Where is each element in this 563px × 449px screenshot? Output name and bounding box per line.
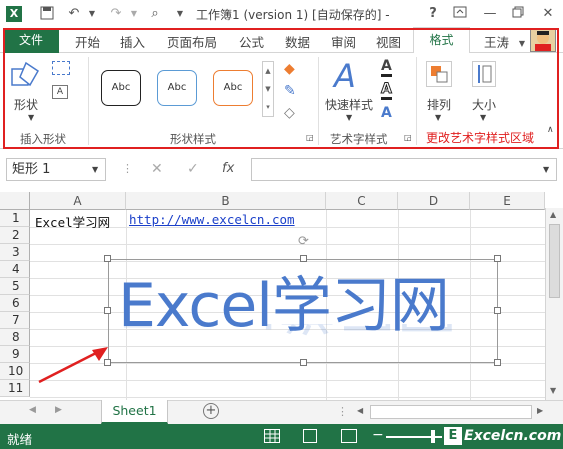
annotation-label: 更改艺术字样式区域 (426, 131, 535, 145)
title-bar: X ↶ ▼ ↷ ▼ ⌕ ▼ 工作簿1 (version 1) [自动保存的] -… (0, 0, 563, 28)
formula-input[interactable] (251, 158, 557, 181)
name-box-dropdown-icon[interactable]: ▼ (92, 165, 98, 174)
cancel-icon[interactable]: ✕ (151, 161, 163, 177)
restore-icon[interactable] (510, 6, 526, 22)
save-icon[interactable] (39, 6, 55, 22)
resize-handle[interactable] (104, 307, 111, 314)
resize-handle[interactable] (300, 255, 307, 262)
add-sheet-icon[interactable]: + (203, 403, 219, 419)
customize-qat-icon[interactable]: ▼ (172, 6, 188, 22)
redo-icon[interactable]: ↷ (108, 6, 124, 22)
resize-handle[interactable] (494, 255, 501, 262)
expand-formula-icon[interactable]: ▼ (543, 165, 549, 174)
enter-icon[interactable]: ✓ (187, 161, 199, 177)
name-box[interactable]: 矩形 1 (6, 158, 106, 181)
cell-b1-link[interactable]: http://www.excelcn.com (129, 212, 295, 227)
column-header-e[interactable]: E (470, 192, 545, 210)
status-ready: 就绪 (7, 432, 33, 447)
row-header-4[interactable]: 4 (0, 261, 30, 278)
formula-bar: 矩形 1 ▼ ⋮ ✕ ✓ fx ▼ (0, 155, 563, 185)
undo-icon[interactable]: ↶ (66, 6, 82, 22)
sheet-tab-bar: ◀ ▶ Sheet1 + ⋮ ◀ ▶ (0, 400, 563, 424)
scroll-left-icon[interactable]: ◀ (357, 406, 363, 415)
resize-handle[interactable] (104, 255, 111, 262)
zoom-slider-thumb[interactable] (431, 430, 435, 443)
column-header-a[interactable]: A (30, 192, 126, 210)
insert-function-icon[interactable]: fx (222, 161, 234, 176)
scroll-up-icon[interactable]: ▲ (550, 210, 556, 219)
window-title: 工作簿1 (version 1) [自动保存的] - (196, 8, 390, 22)
help-button[interactable]: ? (425, 6, 441, 22)
watermark: Excelcn.com (464, 428, 562, 444)
status-bar: 就绪 − E Excelcn.com (0, 424, 563, 449)
scroll-thumb[interactable] (549, 224, 560, 298)
scroll-down-icon[interactable]: ▼ (550, 386, 556, 395)
row-header-1[interactable]: 1 (0, 210, 30, 227)
horizontal-scrollbar[interactable] (370, 405, 532, 419)
page-layout-view-icon[interactable] (303, 429, 317, 443)
row-header-9[interactable]: 9 (0, 346, 30, 363)
column-header-c[interactable]: C (326, 192, 398, 210)
row-header-7[interactable]: 7 (0, 312, 30, 329)
undo-dropdown-icon[interactable]: ▼ (84, 6, 100, 22)
row-header-2[interactable]: 2 (0, 227, 30, 244)
column-header-b[interactable]: B (126, 192, 326, 210)
row-header-8[interactable]: 8 (0, 329, 30, 346)
grid-line (30, 244, 545, 245)
sheet-bar-grip-icon[interactable]: ⋮ (337, 405, 348, 418)
page-break-view-icon[interactable] (341, 429, 357, 443)
annotation-arrow (36, 344, 112, 389)
ribbon-display-options-icon[interactable] (452, 6, 468, 22)
redo-dropdown-icon[interactable]: ▼ (126, 6, 142, 22)
next-sheet-icon[interactable]: ▶ (55, 405, 62, 415)
excel-logo-icon: X (6, 6, 22, 22)
row-header-5[interactable]: 5 (0, 278, 30, 295)
select-all-corner[interactable] (0, 192, 30, 210)
row-header-3[interactable]: 3 (0, 244, 30, 261)
row-header-11[interactable]: 11 (0, 380, 30, 397)
rotate-handle-icon[interactable]: ⟳ (298, 234, 309, 249)
scroll-right-icon[interactable]: ▶ (537, 406, 543, 415)
watermark-logo-icon: E (444, 427, 462, 445)
formula-bar-grip-icon: ⋮ (122, 162, 133, 175)
resize-handle[interactable] (300, 359, 307, 366)
prev-sheet-icon[interactable]: ◀ (29, 405, 36, 415)
row-header-6[interactable]: 6 (0, 295, 30, 312)
zoom-out-icon[interactable]: − (372, 427, 384, 443)
wordart-reflection: Excel学习网 (118, 324, 457, 344)
minimize-button[interactable]: — (482, 6, 498, 22)
normal-view-icon[interactable] (264, 429, 280, 443)
sheet-tab-sheet1[interactable]: Sheet1 (101, 400, 168, 424)
cell-a1[interactable]: Excel学习网 (35, 212, 110, 231)
close-button[interactable]: ✕ (540, 6, 556, 22)
vertical-scrollbar[interactable]: ▲ ▼ (545, 208, 563, 400)
column-header-d[interactable]: D (398, 192, 470, 210)
grid-line (30, 397, 545, 398)
print-preview-icon[interactable]: ⌕ (147, 6, 163, 22)
resize-handle[interactable] (494, 307, 501, 314)
resize-handle[interactable] (494, 359, 501, 366)
row-header-10[interactable]: 10 (0, 363, 30, 380)
